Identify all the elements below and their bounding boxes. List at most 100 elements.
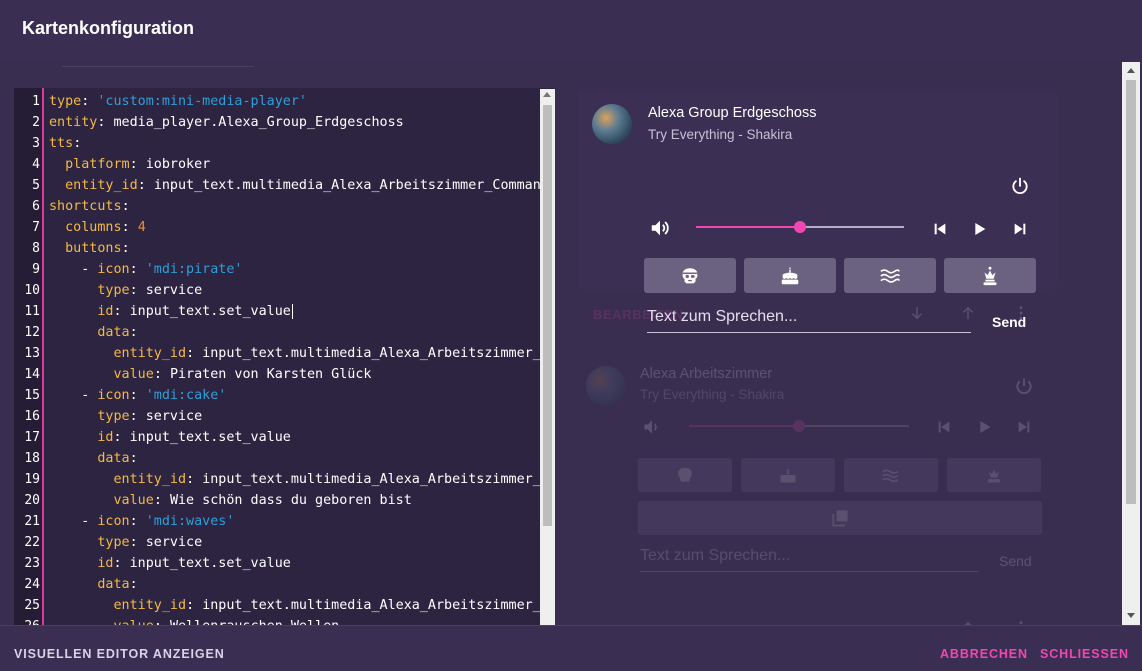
line-number: 4: [32, 157, 40, 172]
shortcut-button-cake[interactable]: [744, 258, 836, 293]
yaml-key: tts: [49, 136, 74, 151]
code-line[interactable]: 3 tts:: [14, 133, 539, 154]
yaml-key: id: [97, 304, 114, 319]
code-line[interactable]: 23 id: input_text.set_value: [14, 553, 539, 574]
yaml-key: data: [97, 451, 130, 466]
ghost-send-button: Send: [999, 553, 1032, 569]
code-line[interactable]: 16 type: service: [14, 406, 539, 427]
yaml-key: entity: [49, 115, 98, 130]
code-line[interactable]: 19 entity_id: input_text.multimedia_Alex…: [14, 469, 555, 490]
yaml-value: input_text.multimedia_Alexa_Arbeitszimme…: [153, 178, 549, 193]
code-line[interactable]: 11 id: input_text.set_value: [14, 301, 539, 322]
yaml-value: 'mdi:cake': [145, 388, 227, 403]
yaml-key: data: [97, 577, 130, 592]
code-line[interactable]: 22 type: service: [14, 532, 539, 553]
code-line[interactable]: 4 platform: iobroker: [14, 154, 539, 175]
yaml-separator: :: [153, 493, 170, 508]
arrow-up-icon-2[interactable]: [958, 618, 978, 625]
dialog-scrollbar[interactable]: [1122, 62, 1140, 625]
yaml-key: type: [97, 409, 130, 424]
code-line[interactable]: 2 entity: media_player.Alexa_Group_Erdges…: [14, 112, 539, 133]
code-line[interactable]: 12 data:: [14, 322, 539, 343]
play-icon[interactable]: [969, 218, 991, 240]
scroll-up-arrow-icon[interactable]: [543, 92, 551, 97]
yaml-value: service: [145, 535, 203, 550]
code-text: value: Wie schön dass du geboren bist: [49, 490, 412, 511]
more-vert-icon[interactable]: [1011, 303, 1031, 323]
more-vert-icon-2[interactable]: [1011, 618, 1031, 625]
code-line[interactable]: 18 data:: [14, 448, 539, 469]
editor-scrollbar-thumb[interactable]: [543, 105, 552, 526]
close-button[interactable]: SCHLIESSEN: [1040, 647, 1129, 661]
power-icon[interactable]: [1009, 175, 1031, 197]
line-number: 16: [24, 409, 40, 424]
code-line[interactable]: 25 entity_id: input_text.multimedia_Alex…: [14, 595, 555, 616]
code-line[interactable]: 5 entity_id: input_text.multimedia_Alexa…: [14, 175, 549, 196]
volume-icon[interactable]: [648, 216, 672, 240]
line-number: 9: [32, 262, 40, 277]
volume-slider[interactable]: [696, 221, 904, 233]
code-line[interactable]: 24 data:: [14, 574, 539, 595]
yaml-key: entity_id: [113, 346, 187, 361]
ghost-waves-icon: [882, 469, 899, 482]
dialog-scrollbar-thumb[interactable]: [1126, 80, 1136, 504]
code-line[interactable]: 17 id: input_text.set_value: [14, 427, 539, 448]
volume-slider-knob[interactable]: [794, 221, 806, 233]
shortcut-button-waves[interactable]: [844, 258, 936, 293]
arrow-down-icon[interactable]: [907, 303, 927, 323]
shortcut-button-pirate[interactable]: [644, 258, 736, 293]
yaml-key: entity_id: [113, 472, 187, 487]
editor-scrollbar[interactable]: [540, 89, 555, 625]
ghost-tts-input: Text zum Sprechen...: [640, 547, 978, 572]
card-actions-row: BEARBEITEN: [577, 295, 1057, 335]
code-line[interactable]: 13 entity_id: input_text.multimedia_Alex…: [14, 343, 555, 364]
line-number: 1: [32, 94, 40, 109]
dialog-scroll-down-icon[interactable]: [1127, 613, 1135, 618]
dialog-scroll-up-icon[interactable]: [1127, 68, 1135, 73]
ghost-skip-previous-icon: [933, 416, 955, 438]
code-line[interactable]: 15 - icon: 'mdi:cake': [14, 385, 539, 406]
edit-button[interactable]: BEARBEITEN: [593, 307, 684, 322]
line-number: 5: [32, 178, 40, 193]
show-visual-editor-button[interactable]: VISUELLEN EDITOR ANZEIGEN: [14, 647, 225, 661]
code-line[interactable]: 7 columns: 4: [14, 217, 539, 238]
code-line[interactable]: 26 value: Wellenrauschen Wellen: [14, 616, 539, 625]
code-line[interactable]: 14 value: Piraten von Karsten Glück: [14, 364, 539, 385]
yaml-separator: :: [113, 430, 130, 445]
arrow-up-icon[interactable]: [958, 303, 978, 323]
yaml-key: entity_id: [65, 178, 138, 193]
ghost-cake-icon: [780, 469, 796, 483]
cancel-button[interactable]: ABBRECHEN: [940, 647, 1028, 661]
yaml-separator: :: [113, 304, 130, 319]
yaml-value: service: [145, 409, 203, 424]
code-line[interactable]: 9 - icon: 'mdi:pirate': [14, 259, 539, 280]
dialog-content: 1 type: 'custom:mini-media-player' 2 entity…: [0, 62, 1142, 625]
line-number: 10: [24, 283, 40, 298]
code-text: columns: 4: [49, 217, 146, 238]
code-text: type: service: [49, 532, 202, 553]
shortcut-button-chess-queen[interactable]: [944, 258, 1036, 293]
yaml-code-editor[interactable]: 1 type: 'custom:mini-media-player' 2 entity…: [14, 88, 555, 625]
yaml-key: type: [49, 94, 82, 109]
ghost-shortcut-waves: [844, 458, 938, 492]
code-line[interactable]: 20 value: Wie schön dass du geboren bist: [14, 490, 539, 511]
code-line[interactable]: 1 type: 'custom:mini-media-player': [14, 91, 539, 112]
yaml-key: type: [97, 283, 130, 298]
ghost-volume-slider-knob: [793, 420, 805, 432]
skip-next-icon[interactable]: [1009, 218, 1031, 240]
code-line[interactable]: 6 shortcuts:: [14, 196, 539, 217]
code-line[interactable]: 8 buttons:: [14, 238, 539, 259]
ghost-media-player-card: Alexa Arbeitszimmer Try Everything - Sha…: [577, 344, 1057, 584]
ghost-shortcut-chess-queen: [947, 458, 1041, 492]
code-line[interactable]: 10 type: service: [14, 280, 539, 301]
code-line[interactable]: 21 - icon: 'mdi:waves': [14, 511, 539, 532]
skip-previous-icon[interactable]: [929, 218, 951, 240]
